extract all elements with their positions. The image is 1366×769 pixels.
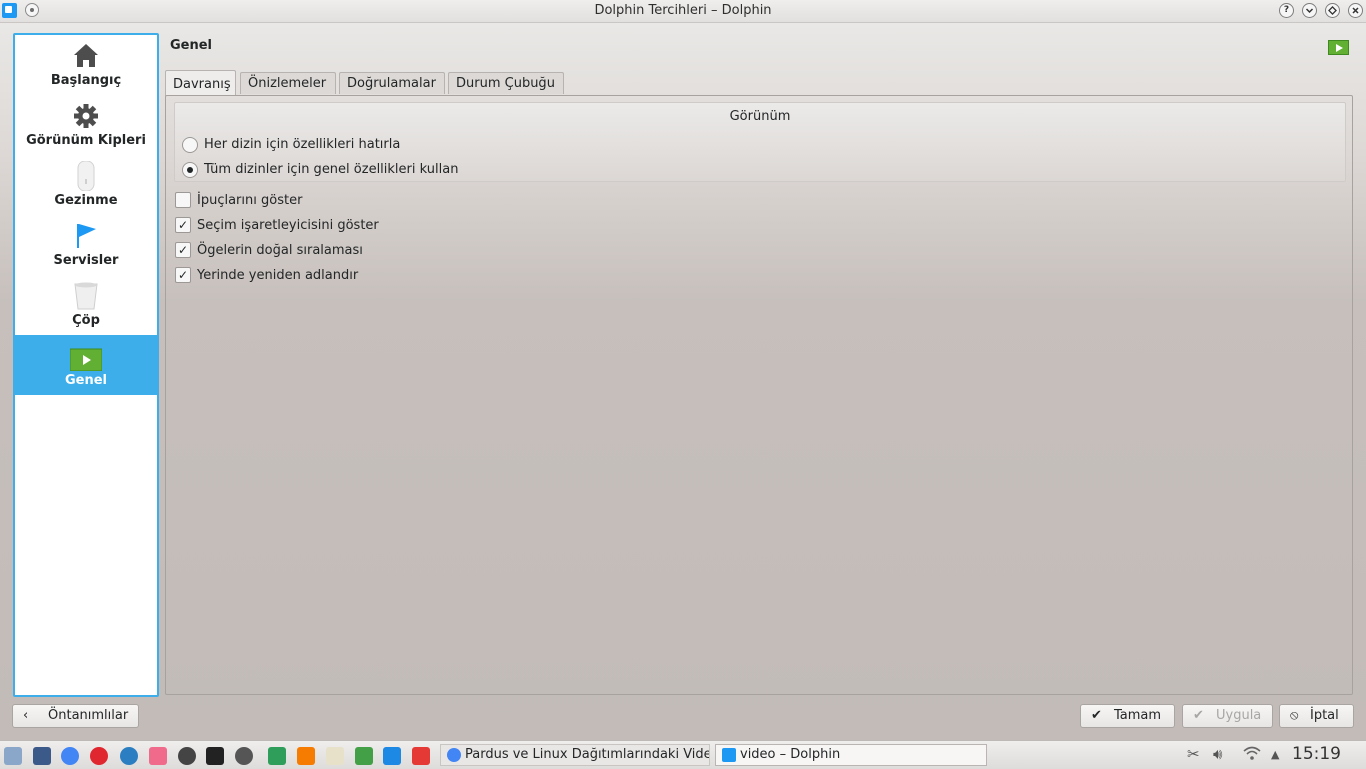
- sidebar-item-label: Gezinme: [54, 193, 118, 208]
- view-group: Görünüm Her dizin için özellikleri hatır…: [174, 102, 1346, 182]
- checkbox[interactable]: ✓: [175, 242, 191, 258]
- radio-button[interactable]: [182, 162, 198, 178]
- notes-icon[interactable]: [326, 747, 344, 765]
- tray-expand-icon[interactable]: ▲: [1271, 748, 1279, 761]
- task-dolphin-window[interactable]: video – Dolphin: [715, 744, 987, 766]
- chrome-icon: [447, 748, 461, 762]
- more-apps-icon[interactable]: [235, 747, 253, 765]
- defaults-button[interactable]: ‹ Öntanımlılar: [12, 704, 139, 728]
- preferences-dialog: Başlangıç Görünüm Kipleri Gezinme Servis…: [0, 23, 1366, 740]
- radio-label[interactable]: Tüm dizinler için genel özellikleri kull…: [204, 162, 458, 177]
- maximize-button[interactable]: [1325, 3, 1340, 18]
- sidebar-item-services[interactable]: Servisler: [15, 215, 157, 275]
- ok-button-label: Tamam: [1114, 708, 1162, 723]
- chevron-left-icon: ‹: [23, 708, 29, 723]
- task-label: video – Dolphin: [740, 747, 841, 762]
- app-launcher-icon[interactable]: [4, 747, 22, 765]
- task-browser-window[interactable]: Pardus ve Linux Dağıtımlarındaki Vide: [440, 744, 710, 766]
- calculator-icon[interactable]: [297, 747, 315, 765]
- green-play-icon: [69, 341, 103, 372]
- checkbox[interactable]: ✓: [175, 267, 191, 283]
- tab-confirmations[interactable]: Doğrulamalar: [339, 72, 445, 94]
- trash-icon: [70, 281, 102, 311]
- dolphin-icon: [722, 748, 736, 762]
- check-icon: ✔: [1091, 708, 1102, 723]
- mouse-icon: [70, 160, 102, 192]
- close-button[interactable]: [1348, 3, 1363, 18]
- chrome-icon[interactable]: [61, 747, 79, 765]
- checkbox[interactable]: ✓: [175, 217, 191, 233]
- apply-button[interactable]: ✔ Uygula: [1182, 704, 1273, 728]
- sidebar-item-label: Servisler: [53, 253, 119, 268]
- sidebar-item-navigation[interactable]: Gezinme: [15, 155, 157, 215]
- network-browser-icon[interactable]: [120, 747, 138, 765]
- help-button[interactable]: ?: [1279, 3, 1294, 18]
- document-icon[interactable]: [383, 747, 401, 765]
- presentation-icon[interactable]: [412, 747, 430, 765]
- camera-icon[interactable]: [149, 747, 167, 765]
- scissors-icon[interactable]: ✂: [1187, 745, 1200, 763]
- home-icon: [70, 41, 102, 71]
- settings-app-icon[interactable]: [178, 747, 196, 765]
- check-icon: ✔: [1193, 708, 1204, 723]
- green-play-icon: [1328, 40, 1349, 55]
- cancel-icon: ⦸: [1290, 708, 1299, 723]
- sidebar-item-label: Başlangıç: [50, 73, 122, 88]
- desktop-icon[interactable]: [33, 747, 51, 765]
- window-titlebar[interactable]: Dolphin Tercihleri – Dolphin ?: [0, 0, 1366, 23]
- checkbox[interactable]: [175, 192, 191, 208]
- ok-button[interactable]: ✔ Tamam: [1080, 704, 1175, 728]
- page-title: Genel: [170, 38, 213, 53]
- sidebar-item-label: Görünüm Kipleri: [26, 133, 146, 148]
- sidebar-item-trash[interactable]: Çöp: [15, 275, 157, 335]
- tab-behavior[interactable]: Davranış: [165, 70, 236, 96]
- gear-icon: [70, 101, 102, 131]
- window-title: Dolphin Tercihleri – Dolphin: [594, 3, 772, 18]
- apply-button-label: Uygula: [1216, 708, 1262, 723]
- checkbox-label[interactable]: Yerinde yeniden adlandır: [197, 268, 358, 283]
- checkbox-label[interactable]: İpuçlarını göster: [197, 193, 302, 208]
- tab-panel: Görünüm Her dizin için özellikleri hatır…: [165, 95, 1353, 695]
- task-label: Pardus ve Linux Dağıtımlarındaki Vide: [465, 747, 710, 762]
- minimize-button[interactable]: [1302, 3, 1317, 18]
- tab-previews[interactable]: Önizlemeler: [240, 72, 336, 94]
- sidebar-item-label: Çöp: [72, 313, 100, 328]
- spreadsheet-icon[interactable]: [355, 747, 373, 765]
- group-title: Görünüm: [729, 109, 791, 124]
- sidebar-item-general[interactable]: Genel: [15, 335, 157, 395]
- cancel-button[interactable]: ⦸ İptal: [1279, 704, 1354, 728]
- sidebar-item-startup[interactable]: Başlangıç: [15, 35, 157, 95]
- cancel-button-label: İptal: [1310, 708, 1339, 723]
- terminal-icon[interactable]: [206, 747, 224, 765]
- radio-button[interactable]: [182, 137, 198, 153]
- opera-icon[interactable]: [90, 747, 108, 765]
- sidebar-item-view-modes[interactable]: Görünüm Kipleri: [15, 95, 157, 155]
- maps-icon[interactable]: [268, 747, 286, 765]
- volume-icon[interactable]: 🔊︎: [1213, 745, 1222, 763]
- flag-icon: [70, 221, 102, 251]
- wifi-icon[interactable]: [1243, 745, 1261, 765]
- checkbox-label[interactable]: Seçim işaretleyicisini göster: [197, 218, 379, 233]
- clock[interactable]: 15:19: [1292, 744, 1341, 764]
- sidebar-item-label: Genel: [64, 373, 107, 388]
- taskbar: Pardus ve Linux Dağıtımlarındaki Vide vi…: [0, 740, 1366, 769]
- radio-label[interactable]: Her dizin için özellikleri hatırla: [204, 137, 400, 152]
- tab-status-bar[interactable]: Durum Çubuğu: [448, 72, 564, 94]
- sidebar: Başlangıç Görünüm Kipleri Gezinme Servis…: [13, 33, 159, 697]
- defaults-button-label: Öntanımlılar: [48, 708, 129, 723]
- checkbox-label[interactable]: Ögelerin doğal sıralaması: [197, 243, 363, 258]
